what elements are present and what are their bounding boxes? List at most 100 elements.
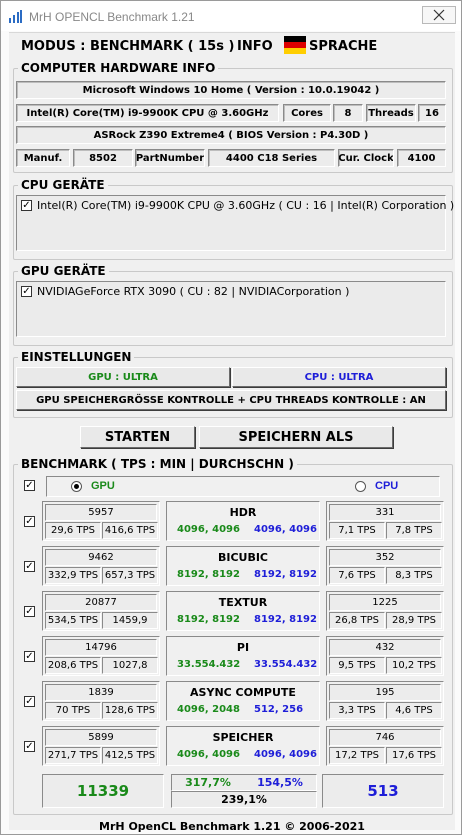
- cpu-radio-label[interactable]: CPU: [375, 480, 398, 492]
- benchmark-test-name: PI: [236, 641, 250, 654]
- gpu-device-list[interactable]: ✓ NVIDIAGeForce RTX 3090 ( CU : 82 | NVI…: [16, 281, 446, 337]
- benchmark-row-checkbox[interactable]: ✓: [24, 651, 35, 662]
- benchmark-test-name: BICUBIC: [217, 551, 269, 564]
- cpu-score: 331: [329, 504, 441, 521]
- partnumber-value: 4400 C18 Series: [208, 149, 335, 167]
- gpu-result-box: 20877 534,5 TPS 1459,9: [42, 591, 160, 631]
- cpu-avg-tps: 7,8 TPS: [386, 522, 442, 539]
- app-icon: [9, 10, 22, 23]
- gpu-total-score: 11339: [42, 774, 164, 808]
- gpu-work-size: 8192, 8192: [177, 614, 240, 625]
- german-flag-icon[interactable]: [284, 36, 306, 54]
- gpu-work-size: 4096, 2048: [177, 704, 240, 715]
- percent-ratio-row: 317,7% 154,5%: [171, 774, 317, 791]
- benchmark-test-name: ASYNC COMPUTE: [190, 686, 296, 699]
- gpu-device-checkbox[interactable]: ✓: [21, 286, 32, 297]
- gpu-radio-label[interactable]: GPU: [91, 480, 115, 492]
- gpu-device-label: NVIDIAGeForce RTX 3090 ( CU : 82 | NVIDI…: [37, 285, 350, 298]
- gpu-work-size: 8192, 8192: [177, 569, 240, 580]
- cores-value: 8: [333, 104, 363, 122]
- cpu-result-box: 331 7,1 TPS 7,8 TPS: [326, 501, 444, 541]
- gpu-avg-tps: 657,3 TPS: [102, 567, 158, 584]
- start-button[interactable]: STARTEN: [80, 426, 195, 448]
- gpu-percent: 317,7%: [185, 776, 231, 789]
- cpu-work-size: 4096, 4096: [254, 524, 317, 535]
- benchmark-legend: BENCHMARK ( TPS : MIN | DURCHSCHN ): [18, 457, 297, 471]
- benchmark-test-box: TEXTUR 8192, 8192 8192, 8192: [166, 591, 320, 631]
- gpu-work-size: 4096, 4096: [177, 749, 240, 760]
- benchmark-row-checkbox[interactable]: ✓: [24, 606, 35, 617]
- cpu-total-score: 513: [322, 774, 444, 808]
- footer-copyright: MrH OpenCL Benchmark 1.21 © 2006-2021: [99, 820, 365, 833]
- gpu-result-box: 14796 208,6 TPS 1027,8: [42, 636, 160, 676]
- benchmark-row-checkbox[interactable]: ✓: [24, 696, 35, 707]
- language-button[interactable]: SPRACHE: [309, 39, 377, 54]
- threads-label: Threads: [366, 104, 416, 122]
- close-button[interactable]: [422, 6, 456, 24]
- cpu-radio[interactable]: [355, 481, 366, 492]
- cpu-info: Intel(R) Core(TM) i9-9900K CPU @ 3.60GHz: [16, 104, 279, 122]
- mode-label[interactable]: MODUS : BENCHMARK ( 15s ): [21, 39, 234, 54]
- window-title: MrH OPENCL Benchmark 1.21: [29, 10, 195, 24]
- benchmark-row-checkbox[interactable]: ✓: [24, 516, 35, 527]
- board-info: ASRock Z390 Extreme4 ( BIOS Version : P4…: [16, 126, 446, 144]
- client-area: MODUS : BENCHMARK ( 15s ) INFO SPRACHE C…: [9, 32, 455, 833]
- cpu-device-label: Intel(R) Core(TM) i9-9900K CPU @ 3.60GHz…: [37, 199, 455, 212]
- cpu-min-tps: 26,8 TPS: [329, 612, 385, 629]
- cpu-work-size: 33.554.432: [254, 659, 318, 670]
- combined-percent: 239,1%: [171, 791, 317, 808]
- gpu-min-tps: 534,5 TPS: [45, 612, 101, 629]
- gpu-radio[interactable]: [71, 481, 82, 492]
- cpu-score: 1225: [329, 594, 441, 611]
- gpu-result-box: 5957 29,6 TPS 416,6 TPS: [42, 501, 160, 541]
- cpu-device-list[interactable]: ✓ Intel(R) Core(TM) i9-9900K CPU @ 3.60G…: [16, 195, 454, 251]
- app-window: MrH OPENCL Benchmark 1.21 MODUS : BENCHM…: [0, 0, 462, 835]
- gpu-preset-button[interactable]: GPU : ULTRA: [16, 367, 230, 387]
- title-bar[interactable]: MrH OPENCL Benchmark 1.21: [1, 1, 461, 31]
- benchmark-test-name: TEXTUR: [218, 596, 268, 609]
- benchmark-test-box: BICUBIC 8192, 8192 8192, 8192: [166, 546, 320, 586]
- cpu-preset-button[interactable]: CPU : ULTRA: [232, 367, 446, 387]
- manuf-value: 8502: [73, 149, 133, 167]
- gpu-min-tps: 208,6 TPS: [45, 657, 101, 674]
- clock-label: Cur. Clock: [338, 149, 394, 167]
- partnumber-label: PartNumber: [135, 149, 205, 167]
- cpu-devices-legend: CPU GERÄTE: [18, 178, 108, 192]
- benchmark-all-checkbox[interactable]: ✓: [24, 480, 35, 491]
- settings-legend: EINSTELLUNGEN: [18, 350, 135, 364]
- device-radio-group: GPU CPU: [46, 476, 440, 497]
- cpu-avg-tps: 17,6 TPS: [386, 747, 442, 764]
- benchmark-row-checkbox[interactable]: ✓: [24, 741, 35, 752]
- manuf-label: Manuf.: [16, 149, 70, 167]
- cpu-avg-tps: 4,6 TPS: [386, 702, 442, 719]
- benchmark-test-box: SPEICHER 4096, 4096 4096, 4096: [166, 726, 320, 766]
- cpu-min-tps: 17,2 TPS: [329, 747, 385, 764]
- gpu-score: 20877: [45, 594, 157, 611]
- gpu-score: 1839: [45, 684, 157, 701]
- cores-label: Cores: [283, 104, 331, 122]
- gpu-result-box: 9462 332,9 TPS 657,3 TPS: [42, 546, 160, 586]
- flag-stripe: [284, 48, 306, 54]
- threads-value: 16: [418, 104, 446, 122]
- gpu-min-tps: 70 TPS: [45, 702, 101, 719]
- gpu-min-tps: 29,6 TPS: [45, 522, 101, 539]
- info-button[interactable]: INFO: [237, 39, 273, 54]
- benchmark-test-box: HDR 4096, 4096 4096, 4096: [166, 501, 320, 541]
- cpu-avg-tps: 10,2 TPS: [386, 657, 442, 674]
- cpu-result-box: 352 7,6 TPS 8,3 TPS: [326, 546, 444, 586]
- cpu-device-checkbox[interactable]: ✓: [21, 200, 32, 211]
- cpu-score: 746: [329, 729, 441, 746]
- cpu-result-box: 746 17,2 TPS 17,6 TPS: [326, 726, 444, 766]
- save-as-button[interactable]: SPEICHERN ALS: [199, 426, 393, 448]
- benchmark-test-name: HDR: [229, 506, 257, 519]
- gpu-avg-tps: 416,6 TPS: [102, 522, 158, 539]
- cpu-min-tps: 3,3 TPS: [329, 702, 385, 719]
- cpu-score: 352: [329, 549, 441, 566]
- cpu-avg-tps: 28,9 TPS: [386, 612, 442, 629]
- memory-control-button[interactable]: GPU SPEICHERGRÖSSE KONTROLLE + CPU THREA…: [16, 390, 446, 410]
- benchmark-row-checkbox[interactable]: ✓: [24, 561, 35, 572]
- gpu-score: 5957: [45, 504, 157, 521]
- cpu-result-box: 432 9,5 TPS 10,2 TPS: [326, 636, 444, 676]
- os-info: Microsoft Windows 10 Home ( Version : 10…: [16, 81, 446, 99]
- gpu-min-tps: 271,7 TPS: [45, 747, 101, 764]
